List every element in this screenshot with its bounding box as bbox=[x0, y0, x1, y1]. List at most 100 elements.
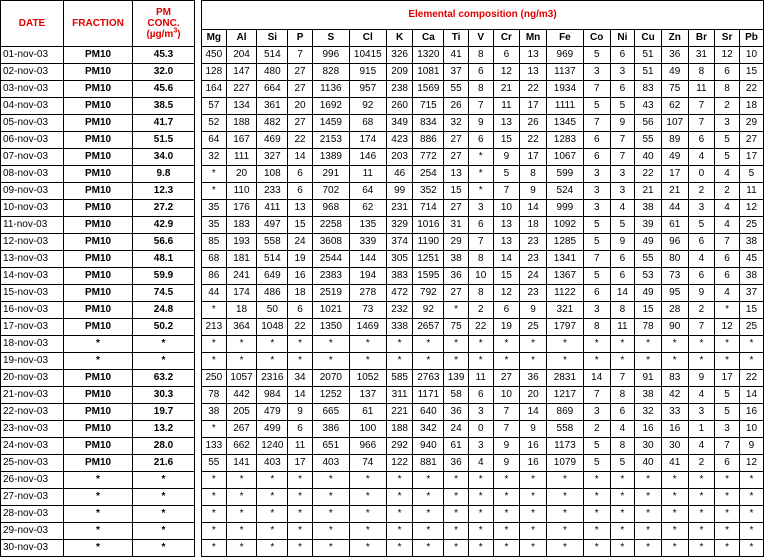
value-cell: * bbox=[738, 539, 765, 557]
value-cell: * bbox=[287, 488, 313, 506]
table-row: 10-nov-03 PM10 27.2 bbox=[0, 199, 195, 217]
value-cell: * bbox=[519, 522, 547, 540]
value-cell: 1469 bbox=[348, 318, 387, 336]
date-cell: 04-nov-03 bbox=[0, 97, 64, 115]
pm-conc-cell: * bbox=[132, 335, 195, 353]
value-cell: * bbox=[634, 522, 662, 540]
value-cell: 342 bbox=[412, 420, 445, 438]
value-cell: * bbox=[348, 539, 387, 557]
fraction-cell: * bbox=[63, 539, 133, 557]
value-cell: 3 bbox=[714, 114, 740, 132]
value-cell: 27 bbox=[443, 131, 469, 149]
value-cell: 6 bbox=[467, 216, 494, 234]
value-cell: 27 bbox=[738, 131, 765, 149]
value-cell: * bbox=[287, 505, 313, 523]
fraction-cell: PM10 bbox=[63, 386, 133, 404]
value-cell: 1217 bbox=[545, 386, 584, 404]
value-cell: 8 bbox=[609, 301, 636, 319]
value-cell: 19 bbox=[492, 318, 521, 336]
value-cell: * bbox=[714, 471, 740, 489]
value-cell: 89 bbox=[660, 131, 689, 149]
value-cell: 558 bbox=[545, 420, 584, 438]
value-cell: 7 bbox=[714, 437, 740, 455]
value-cell: 886 bbox=[412, 131, 445, 149]
table-row: 128 147 480 27 828 915 209 1081 37 6 12 13 1137 3 3 51 4… bbox=[201, 63, 765, 81]
value-cell: * bbox=[467, 488, 494, 506]
value-cell: 2070 bbox=[311, 369, 350, 387]
value-cell: 27 bbox=[287, 80, 313, 98]
value-cell: 3 bbox=[582, 182, 611, 200]
value-cell: 27 bbox=[443, 148, 469, 166]
value-cell: 9 bbox=[492, 148, 521, 166]
value-cell: 55 bbox=[634, 250, 662, 268]
fraction-cell: * bbox=[63, 352, 133, 370]
pm-conc-cell: 32.0 bbox=[132, 63, 195, 81]
value-cell: 966 bbox=[348, 437, 387, 455]
value-cell: 9 bbox=[287, 403, 313, 421]
value-cell: 7 bbox=[687, 97, 716, 115]
value-cell: 6 bbox=[582, 131, 611, 149]
value-cell: 6 bbox=[687, 267, 716, 285]
value-cell: * bbox=[412, 505, 445, 523]
date-cell: 14-nov-03 bbox=[0, 267, 64, 285]
value-cell: 28 bbox=[660, 301, 689, 319]
value-cell: 497 bbox=[256, 216, 289, 234]
value-cell: 8 bbox=[609, 437, 636, 455]
value-cell: 1569 bbox=[412, 80, 445, 98]
value-cell: 881 bbox=[412, 454, 445, 472]
value-cell: * bbox=[412, 539, 445, 557]
value-cell: 128 bbox=[201, 63, 227, 81]
pm-conc-cell: 30.3 bbox=[132, 386, 195, 404]
value-cell: 221 bbox=[385, 403, 414, 421]
table-row: 68 181 514 19 2544 144 305 1251 38 8 14 23 1341 7 6 55 8… bbox=[201, 250, 765, 268]
value-cell: 110 bbox=[225, 182, 258, 200]
pm-conc-cell: 13.2 bbox=[132, 420, 195, 438]
table-row: * * * * * * * * * * * * * * * * * * * * bbox=[201, 505, 765, 523]
value-cell: * bbox=[660, 522, 689, 540]
value-cell: * bbox=[467, 505, 494, 523]
pm-conc-cell: * bbox=[132, 505, 195, 523]
value-cell: 260 bbox=[385, 97, 414, 115]
value-cell: 3608 bbox=[311, 233, 350, 251]
value-cell: * bbox=[348, 488, 387, 506]
table-row: 12-nov-03 PM10 56.6 bbox=[0, 233, 195, 251]
pm-conc-cell: 28.0 bbox=[132, 437, 195, 455]
value-cell: * bbox=[385, 522, 414, 540]
value-cell: 49 bbox=[660, 148, 689, 166]
value-cell: * bbox=[634, 471, 662, 489]
value-cell: 472 bbox=[385, 284, 414, 302]
value-cell: 0 bbox=[687, 165, 716, 183]
value-cell: 43 bbox=[634, 97, 662, 115]
pm-conc-cell: 41.7 bbox=[132, 114, 195, 132]
value-cell: 74 bbox=[348, 454, 387, 472]
value-cell: 10 bbox=[738, 420, 765, 438]
value-cell: * bbox=[687, 539, 716, 557]
value-cell: 411 bbox=[256, 199, 289, 217]
value-cell: * bbox=[311, 488, 350, 506]
value-cell: 352 bbox=[412, 182, 445, 200]
table-row: 03-nov-03 PM10 45.6 bbox=[0, 80, 195, 98]
value-cell: 3 bbox=[582, 63, 611, 81]
pm-conc-cell: 45.3 bbox=[132, 46, 195, 64]
value-cell: 8 bbox=[687, 63, 716, 81]
value-cell: * bbox=[609, 539, 636, 557]
table-row: 09-nov-03 PM10 12.3 bbox=[0, 182, 195, 200]
value-cell: * bbox=[201, 301, 227, 319]
value-cell: 10415 bbox=[348, 46, 387, 64]
value-cell: * bbox=[412, 335, 445, 353]
table-row: 35 176 411 13 968 62 231 714 27 3 10 14 999 3 4 38 44 3 4 1… bbox=[201, 199, 765, 217]
element-header: Br bbox=[687, 29, 716, 47]
value-cell: 5 bbox=[714, 131, 740, 149]
value-cell: 5 bbox=[582, 46, 611, 64]
value-cell: 1081 bbox=[412, 63, 445, 81]
value-cell: * bbox=[443, 488, 469, 506]
value-cell: * bbox=[687, 471, 716, 489]
date-cell: 19-nov-03 bbox=[0, 352, 64, 370]
date-cell: 09-nov-03 bbox=[0, 182, 64, 200]
value-cell: * bbox=[582, 335, 611, 353]
value-cell: * bbox=[582, 471, 611, 489]
value-cell: 6 bbox=[687, 233, 716, 251]
value-cell: 24 bbox=[519, 267, 547, 285]
value-cell: 1252 bbox=[311, 386, 350, 404]
value-cell: 78 bbox=[634, 318, 662, 336]
